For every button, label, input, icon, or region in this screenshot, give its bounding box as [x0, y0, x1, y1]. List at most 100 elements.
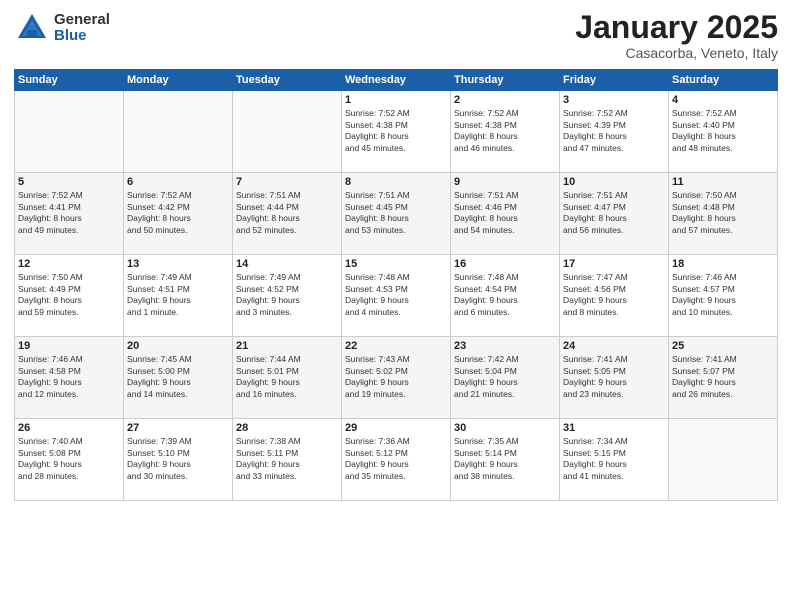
table-row: 29 Sunrise: 7:36 AM Sunset: 5:12 PM Dayli… [342, 419, 451, 501]
calendar-table: Sunday Monday Tuesday Wednesday Thursday… [14, 69, 778, 501]
day-info: Sunrise: 7:39 AM Sunset: 5:10 PM Dayligh… [127, 436, 229, 482]
day-info: Sunrise: 7:48 AM Sunset: 4:53 PM Dayligh… [345, 272, 447, 318]
table-row [15, 91, 124, 173]
day-number: 9 [454, 176, 556, 188]
day-info: Sunrise: 7:51 AM Sunset: 4:46 PM Dayligh… [454, 190, 556, 236]
table-row [669, 419, 778, 501]
table-row: 17 Sunrise: 7:47 AM Sunset: 4:56 PM Dayli… [560, 255, 669, 337]
day-number: 28 [236, 422, 338, 434]
day-info: Sunrise: 7:46 AM Sunset: 4:58 PM Dayligh… [18, 354, 120, 400]
day-info: Sunrise: 7:52 AM Sunset: 4:42 PM Dayligh… [127, 190, 229, 236]
col-monday: Monday [124, 70, 233, 91]
table-row [124, 91, 233, 173]
table-row: 19 Sunrise: 7:46 AM Sunset: 4:58 PM Dayli… [15, 337, 124, 419]
day-info: Sunrise: 7:44 AM Sunset: 5:01 PM Dayligh… [236, 354, 338, 400]
day-number: 16 [454, 258, 556, 270]
day-number: 8 [345, 176, 447, 188]
day-number: 4 [672, 94, 774, 106]
day-number: 1 [345, 94, 447, 106]
day-number: 5 [18, 176, 120, 188]
day-number: 18 [672, 258, 774, 270]
day-number: 25 [672, 340, 774, 352]
day-info: Sunrise: 7:41 AM Sunset: 5:05 PM Dayligh… [563, 354, 665, 400]
day-info: Sunrise: 7:52 AM Sunset: 4:38 PM Dayligh… [345, 108, 447, 154]
day-number: 29 [345, 422, 447, 434]
header: General Blue January 2025 Casacorba, Ven… [14, 10, 778, 61]
table-row: 11 Sunrise: 7:50 AM Sunset: 4:48 PM Dayli… [669, 173, 778, 255]
calendar-week-row: 1 Sunrise: 7:52 AM Sunset: 4:38 PM Daylig… [15, 91, 778, 173]
col-wednesday: Wednesday [342, 70, 451, 91]
day-number: 3 [563, 94, 665, 106]
logo: General Blue [14, 10, 110, 46]
table-row: 18 Sunrise: 7:46 AM Sunset: 4:57 PM Dayli… [669, 255, 778, 337]
table-row: 22 Sunrise: 7:43 AM Sunset: 5:02 PM Dayli… [342, 337, 451, 419]
day-number: 19 [18, 340, 120, 352]
table-row: 2 Sunrise: 7:52 AM Sunset: 4:38 PM Daylig… [451, 91, 560, 173]
day-info: Sunrise: 7:35 AM Sunset: 5:14 PM Dayligh… [454, 436, 556, 482]
day-number: 13 [127, 258, 229, 270]
day-number: 2 [454, 94, 556, 106]
table-row: 21 Sunrise: 7:44 AM Sunset: 5:01 PM Dayli… [233, 337, 342, 419]
table-row: 16 Sunrise: 7:48 AM Sunset: 4:54 PM Dayli… [451, 255, 560, 337]
table-row: 27 Sunrise: 7:39 AM Sunset: 5:10 PM Dayli… [124, 419, 233, 501]
day-number: 11 [672, 176, 774, 188]
table-row: 31 Sunrise: 7:34 AM Sunset: 5:15 PM Dayli… [560, 419, 669, 501]
day-info: Sunrise: 7:46 AM Sunset: 4:57 PM Dayligh… [672, 272, 774, 318]
day-info: Sunrise: 7:52 AM Sunset: 4:39 PM Dayligh… [563, 108, 665, 154]
table-row [233, 91, 342, 173]
title-block: January 2025 Casacorba, Veneto, Italy [575, 10, 778, 61]
day-info: Sunrise: 7:50 AM Sunset: 4:48 PM Dayligh… [672, 190, 774, 236]
calendar-week-row: 5 Sunrise: 7:52 AM Sunset: 4:41 PM Daylig… [15, 173, 778, 255]
table-row: 15Sunrise: 7:48 AM Sunset: 4:53 PM Dayli… [342, 255, 451, 337]
logo-blue-text: Blue [54, 28, 110, 45]
table-row: 3 Sunrise: 7:52 AM Sunset: 4:39 PM Daylig… [560, 91, 669, 173]
table-row: 24Sunrise: 7:41 AM Sunset: 5:05 PM Dayli… [560, 337, 669, 419]
logo-icon [14, 10, 50, 46]
table-row: 30 Sunrise: 7:35 AM Sunset: 5:14 PM Dayli… [451, 419, 560, 501]
day-info: Sunrise: 7:48 AM Sunset: 4:54 PM Dayligh… [454, 272, 556, 318]
day-number: 30 [454, 422, 556, 434]
table-row: 26Sunrise: 7:40 AM Sunset: 5:08 PM Dayli… [15, 419, 124, 501]
day-info: Sunrise: 7:52 AM Sunset: 4:41 PM Dayligh… [18, 190, 120, 236]
col-sunday: Sunday [15, 70, 124, 91]
day-info: Sunrise: 7:40 AM Sunset: 5:08 PM Dayligh… [18, 436, 120, 482]
col-friday: Friday [560, 70, 669, 91]
day-info: Sunrise: 7:49 AM Sunset: 4:51 PM Dayligh… [127, 272, 229, 318]
day-number: 31 [563, 422, 665, 434]
col-thursday: Thursday [451, 70, 560, 91]
day-number: 27 [127, 422, 229, 434]
day-info: Sunrise: 7:41 AM Sunset: 5:07 PM Dayligh… [672, 354, 774, 400]
day-info: Sunrise: 7:42 AM Sunset: 5:04 PM Dayligh… [454, 354, 556, 400]
table-row: 7 Sunrise: 7:51 AM Sunset: 4:44 PM Daylig… [233, 173, 342, 255]
table-row: 25 Sunrise: 7:41 AM Sunset: 5:07 PM Dayli… [669, 337, 778, 419]
day-info: Sunrise: 7:43 AM Sunset: 5:02 PM Dayligh… [345, 354, 447, 400]
day-info: Sunrise: 7:45 AM Sunset: 5:00 PM Dayligh… [127, 354, 229, 400]
table-row: 10 Sunrise: 7:51 AM Sunset: 4:47 PM Dayli… [560, 173, 669, 255]
header-row: Sunday Monday Tuesday Wednesday Thursday… [15, 70, 778, 91]
table-row: 5 Sunrise: 7:52 AM Sunset: 4:41 PM Daylig… [15, 173, 124, 255]
table-row: 1 Sunrise: 7:52 AM Sunset: 4:38 PM Daylig… [342, 91, 451, 173]
day-info: Sunrise: 7:49 AM Sunset: 4:52 PM Dayligh… [236, 272, 338, 318]
col-tuesday: Tuesday [233, 70, 342, 91]
table-row: 28Sunrise: 7:38 AM Sunset: 5:11 PM Dayli… [233, 419, 342, 501]
day-info: Sunrise: 7:36 AM Sunset: 5:12 PM Dayligh… [345, 436, 447, 482]
day-info: Sunrise: 7:51 AM Sunset: 4:47 PM Dayligh… [563, 190, 665, 236]
day-number: 12 [18, 258, 120, 270]
calendar-week-row: 26Sunrise: 7:40 AM Sunset: 5:08 PM Dayli… [15, 419, 778, 501]
day-info: Sunrise: 7:52 AM Sunset: 4:38 PM Dayligh… [454, 108, 556, 154]
table-row: 14Sunrise: 7:49 AM Sunset: 4:52 PM Dayli… [233, 255, 342, 337]
table-row: 4Sunrise: 7:52 AM Sunset: 4:40 PM Daylig… [669, 91, 778, 173]
table-row: 23Sunrise: 7:42 AM Sunset: 5:04 PM Dayli… [451, 337, 560, 419]
day-number: 21 [236, 340, 338, 352]
table-row: 8Sunrise: 7:51 AM Sunset: 4:45 PM Daylig… [342, 173, 451, 255]
day-number: 17 [563, 258, 665, 270]
day-info: Sunrise: 7:47 AM Sunset: 4:56 PM Dayligh… [563, 272, 665, 318]
table-row: 13 Sunrise: 7:49 AM Sunset: 4:51 PM Dayli… [124, 255, 233, 337]
calendar-page: General Blue January 2025 Casacorba, Ven… [0, 0, 792, 612]
day-number: 22 [345, 340, 447, 352]
day-info: Sunrise: 7:34 AM Sunset: 5:15 PM Dayligh… [563, 436, 665, 482]
day-number: 10 [563, 176, 665, 188]
day-number: 7 [236, 176, 338, 188]
day-info: Sunrise: 7:51 AM Sunset: 4:44 PM Dayligh… [236, 190, 338, 236]
col-saturday: Saturday [669, 70, 778, 91]
